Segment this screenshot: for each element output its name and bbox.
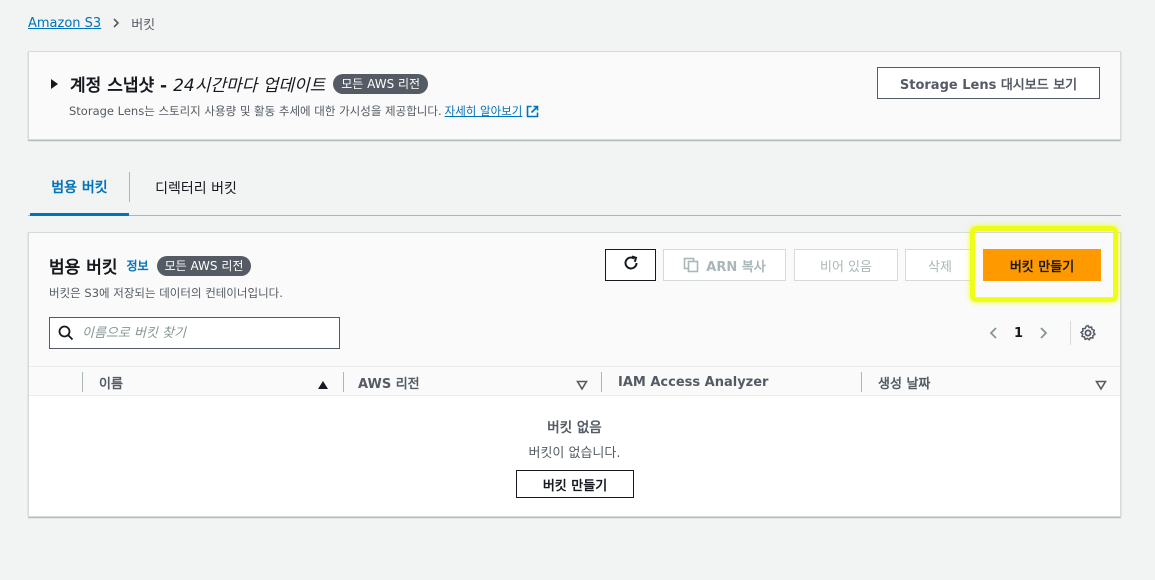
column-header-creation-date[interactable]: 생성 날짜 <box>878 367 930 397</box>
empty-bucket-button[interactable]: 비어 있음 <box>794 249 898 281</box>
info-link[interactable]: 정보 <box>126 257 148 274</box>
column-divider <box>861 372 862 392</box>
tab-general-purpose-buckets[interactable]: 범용 버킷 <box>30 160 129 216</box>
snapshot-title-row[interactable]: 계정 스냅샷 - 24시간마다 업데이트 모든 AWS 리전 <box>49 71 429 96</box>
bucket-search-field[interactable] <box>49 317 340 349</box>
bucket-type-tabs: 범용 버킷 디렉터리 버킷 <box>28 160 1121 216</box>
region-badge: 모든 AWS 리전 <box>333 73 429 94</box>
empty-state-description: 버킷이 없습니다. <box>528 446 621 461</box>
gear-icon[interactable] <box>1078 323 1098 343</box>
account-snapshot-panel: 계정 스냅샷 - 24시간마다 업데이트 모든 AWS 리전 Storage L… <box>28 51 1121 140</box>
refresh-icon <box>622 254 640 276</box>
table-header: 이름 AWS 리전 IAM Access Analyzer 생성 날짜 <box>29 366 1120 396</box>
copy-arn-label: ARN 복사 <box>706 259 766 275</box>
caret-right-icon[interactable] <box>49 78 59 89</box>
column-divider <box>601 372 602 392</box>
create-bucket-button[interactable]: 버킷 만들기 <box>983 249 1101 281</box>
delete-bucket-button[interactable]: 삭제 <box>905 249 975 281</box>
tab-directory-buckets[interactable]: 디렉터리 버킷 <box>130 160 262 215</box>
chevron-right-icon <box>111 18 121 28</box>
search-icon <box>58 325 74 341</box>
empty-state: 버킷 없음 버킷이 없습니다. 버킷 만들기 <box>29 396 1120 516</box>
copy-icon <box>683 257 699 273</box>
storage-lens-dashboard-button[interactable]: Storage Lens 대시보드 보기 <box>877 67 1100 99</box>
column-divider <box>82 372 83 392</box>
chevron-left-icon[interactable] <box>984 323 1004 343</box>
search-input[interactable] <box>82 325 322 341</box>
column-header-name[interactable]: 이름 <box>99 367 123 397</box>
sort-ascending-icon[interactable] <box>317 376 329 389</box>
column-header-region[interactable]: AWS 리전 <box>358 367 420 397</box>
general-purpose-buckets-panel: 범용 버킷 정보 모든 AWS 리전 버킷은 S3에 저장되는 데이터의 컨테이… <box>28 226 1121 517</box>
buckets-title-row: 범용 버킷 정보 모든 AWS 리전 <box>49 253 252 278</box>
buckets-title: 범용 버킷 <box>49 258 118 278</box>
refresh-button[interactable] <box>605 249 656 281</box>
empty-state-create-bucket-button[interactable]: 버킷 만들기 <box>516 470 634 498</box>
pagination: 1 <box>984 323 1053 343</box>
region-badge: 모든 AWS 리전 <box>156 255 252 276</box>
pagination-divider <box>1070 321 1071 345</box>
chevron-right-icon[interactable] <box>1033 323 1053 343</box>
snapshot-title: 계정 스냅샷 - <box>70 76 168 96</box>
snapshot-subtitle: 24시간마다 업데이트 <box>173 76 326 96</box>
external-link-icon[interactable] <box>526 105 539 118</box>
page-number[interactable]: 1 <box>1014 326 1023 341</box>
breadcrumb-amazon-s3-link[interactable]: Amazon S3 <box>28 16 101 31</box>
buckets-description: 버킷은 S3에 저장되는 데이터의 컨테이너입니다. <box>49 286 283 300</box>
snapshot-description-row: Storage Lens는 스토리지 사용량 및 활동 추세에 대한 가시성을 … <box>69 103 539 119</box>
breadcrumb: Amazon S3 버킷 <box>28 13 155 33</box>
snapshot-description: Storage Lens는 스토리지 사용량 및 활동 추세에 대한 가시성을 … <box>69 104 442 118</box>
sort-descending-icon[interactable] <box>1095 376 1107 391</box>
column-header-iam-access-analyzer[interactable]: IAM Access Analyzer <box>618 367 768 397</box>
column-divider <box>343 372 344 392</box>
breadcrumb-current: 버킷 <box>131 17 156 33</box>
empty-state-title: 버킷 없음 <box>547 420 602 436</box>
learn-more-link[interactable]: 자세히 알아보기 <box>445 103 523 119</box>
sort-descending-icon[interactable] <box>576 376 588 391</box>
copy-arn-button[interactable]: ARN 복사 <box>663 249 786 281</box>
